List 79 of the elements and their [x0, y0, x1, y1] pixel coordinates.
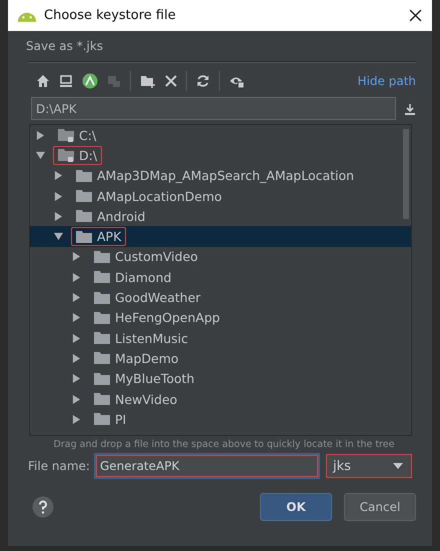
- tree-item-label: APK: [97, 229, 122, 244]
- new-folder-icon[interactable]: [140, 74, 156, 88]
- tree-item-label: AMapLocationDemo: [97, 188, 222, 204]
- tree-row[interactable]: MyBlueTooth: [30, 368, 411, 389]
- caret-icon: [392, 463, 403, 469]
- tree-row[interactable]: HeFengOpenApp: [30, 308, 411, 328]
- expand-arrow-icon[interactable]: [72, 374, 81, 384]
- tree-item-label: NewVideo: [115, 392, 178, 406]
- folder-icon: [76, 209, 92, 224]
- tree-row[interactable]: ListenMusic: [30, 328, 411, 348]
- tree-item-label: PI: [115, 412, 126, 427]
- folder-icon: [94, 331, 110, 346]
- tree-item-label: ListenMusic: [115, 330, 188, 346]
- drive-icon: [58, 148, 74, 162]
- download-icon[interactable]: [404, 102, 416, 114]
- folder-icon: [76, 230, 92, 244]
- window-title: Choose keystore file: [44, 8, 177, 23]
- expand-arrow-icon[interactable]: [72, 394, 81, 404]
- tree-row[interactable]: D:\: [30, 145, 411, 166]
- folder-icon: [94, 250, 110, 264]
- tree-item-label: C:\: [79, 128, 96, 143]
- folder-icon: [94, 392, 110, 406]
- expand-arrow-icon[interactable]: [54, 192, 63, 201]
- folder-icon: [94, 270, 110, 284]
- folder-icon: [94, 351, 110, 366]
- refresh-icon[interactable]: [196, 74, 210, 88]
- tree-row[interactable]: Android: [30, 206, 411, 226]
- dialog-description: Save as *.jks: [25, 38, 104, 55]
- expand-arrow-icon[interactable]: [72, 414, 81, 424]
- tree-item-label: GoodWeather: [115, 290, 201, 306]
- tree-item-label: D:\: [79, 148, 98, 163]
- expand-arrow-icon[interactable]: [72, 334, 81, 343]
- tree-row[interactable]: PI: [30, 409, 411, 430]
- tree-item-label: AMap3DMap_AMapSearch_AMapLocation: [97, 168, 354, 184]
- expand-arrow-icon[interactable]: [72, 252, 81, 262]
- path-field[interactable]: D:\APK: [31, 97, 396, 120]
- tree-row[interactable]: Diamond: [30, 267, 411, 288]
- tree-row[interactable]: C:\: [30, 125, 411, 146]
- collapse-arrow-icon[interactable]: [54, 232, 63, 242]
- hide-path-link[interactable]: Hide path: [358, 74, 416, 88]
- tree-item-label: MyBlueTooth: [115, 371, 194, 386]
- folder-icon: [94, 412, 110, 426]
- tree-item-label: Diamond: [115, 270, 172, 285]
- folder-icon: [94, 290, 110, 305]
- help-button[interactable]: [32, 496, 54, 518]
- tree-row[interactable]: AMapLocationDemo: [30, 186, 411, 206]
- tree-item-label: Android: [97, 208, 146, 224]
- ok-button[interactable]: OK: [260, 493, 332, 521]
- expand-arrow-icon[interactable]: [54, 171, 63, 180]
- expand-arrow-icon[interactable]: [54, 212, 63, 221]
- tree-item-label: HeFengOpenApp: [115, 310, 220, 326]
- expand-arrow-icon[interactable]: [72, 293, 81, 302]
- cancel-button[interactable]: Cancel: [344, 493, 416, 521]
- monitor-icon[interactable]: [59, 74, 73, 88]
- tree-row[interactable]: APK: [30, 226, 411, 247]
- folder-icon: [76, 189, 92, 204]
- file-type-dropdown[interactable]: jks: [326, 454, 412, 478]
- folder-icon: [94, 310, 110, 325]
- collapse-arrow-icon[interactable]: [36, 150, 45, 160]
- expand-arrow-icon[interactable]: [72, 313, 81, 322]
- hint-text: Drag and drop a file into the space above to quickly locate it in the tree: [52, 438, 396, 452]
- tree-row[interactable]: GoodWeather: [30, 287, 411, 308]
- expand-arrow-icon[interactable]: [72, 272, 81, 282]
- folder-icon: [94, 372, 110, 386]
- delete-icon[interactable]: [165, 75, 177, 87]
- tree-row[interactable]: MapDemo: [30, 348, 411, 369]
- tree-item-label: CustomVideo: [115, 249, 198, 264]
- drive-icon: [58, 128, 74, 142]
- expand-arrow-icon[interactable]: [36, 130, 45, 140]
- tree-row[interactable]: AMap3DMap_AMapSearch_AMapLocation: [30, 166, 411, 186]
- close-icon[interactable]: [409, 9, 422, 22]
- folder-icon: [76, 168, 92, 183]
- file-name-label: File name:: [28, 459, 90, 473]
- file-name-field[interactable]: GenerateAPK: [94, 453, 320, 479]
- tree-row[interactable]: NewVideo: [30, 388, 411, 410]
- tree-item-label: MapDemo: [115, 350, 179, 366]
- expand-arrow-icon[interactable]: [72, 354, 81, 363]
- tree-row[interactable]: CustomVideo: [30, 246, 411, 268]
- home-icon[interactable]: [36, 74, 50, 88]
